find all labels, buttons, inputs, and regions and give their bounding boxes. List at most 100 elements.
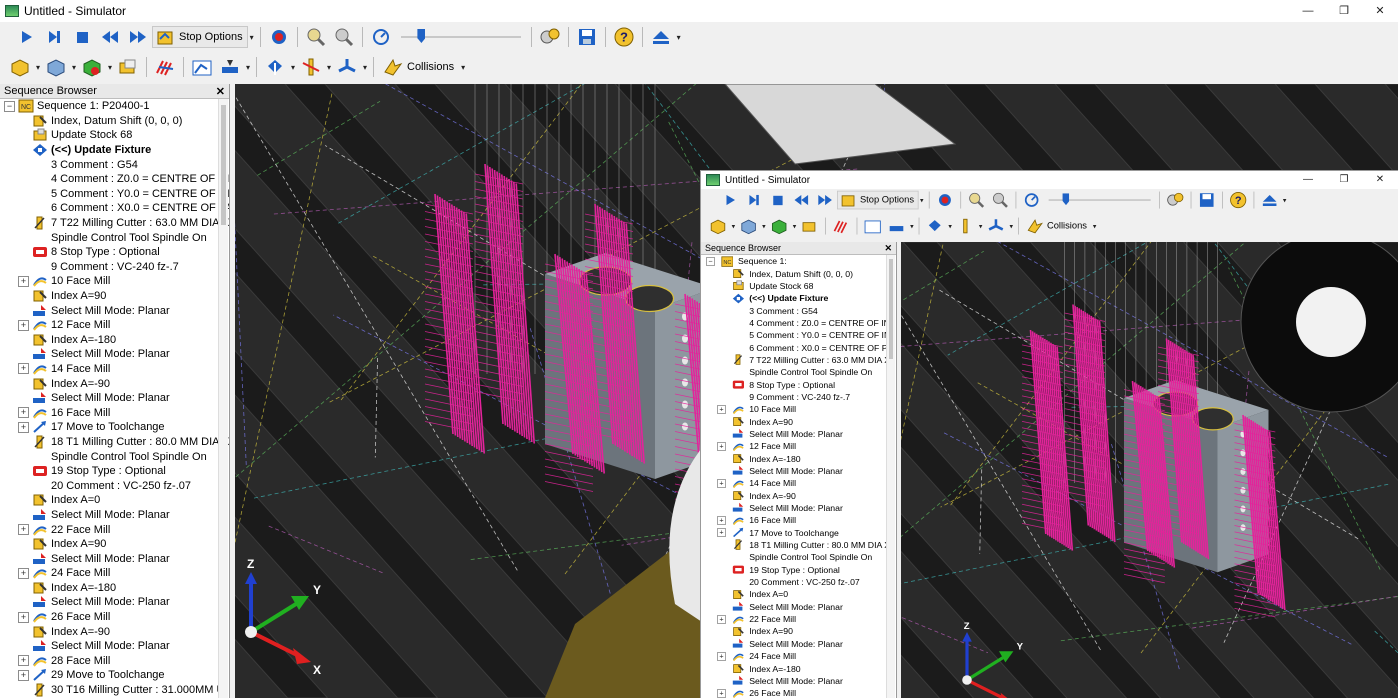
tree-item[interactable]: Select Mill Mode: Planar	[4, 551, 229, 566]
inset-tree-item[interactable]: Spindle Control Tool Spindle On	[705, 551, 896, 563]
inset-tree-item[interactable]: +22 Face Mill	[705, 613, 896, 625]
tool-view-icon[interactable]	[116, 56, 140, 78]
measure-dropdown-icon[interactable]: ▾	[244, 63, 252, 72]
inset-save-icon[interactable]	[1196, 191, 1216, 210]
expand-toggle[interactable]: +	[18, 363, 29, 375]
expand-toggle[interactable]: +	[717, 614, 727, 624]
stock-view-dropdown-icon[interactable]: ▾	[34, 63, 42, 72]
tree-root[interactable]: − NC Sequence 1: P20400-1	[4, 99, 229, 114]
tree-item[interactable]: Index A=-90	[4, 376, 229, 391]
measure-icon[interactable]	[218, 56, 242, 78]
inset-tree-item[interactable]: 4 Comment : Z0.0 = CENTRE OF IN	[705, 317, 896, 329]
expand-toggle[interactable]: +	[18, 669, 29, 681]
inset-tree-item[interactable]: Index A=-90	[705, 490, 896, 502]
inset-eject-dropdown-icon[interactable]: ▾	[1281, 196, 1288, 204]
expand-toggle[interactable]: +	[18, 524, 29, 536]
inset-step-icon[interactable]	[744, 191, 764, 210]
inset-rewind-icon[interactable]	[791, 191, 811, 210]
inset-tree-item[interactable]: 19 Stop Type : Optional	[705, 564, 896, 576]
inset-tree-item[interactable]: +10 Face Mill	[705, 403, 896, 415]
expand-toggle[interactable]: +	[717, 515, 727, 525]
tree-item[interactable]: Select Mill Mode: Planar	[4, 508, 229, 523]
tool-axis-icon[interactable]	[299, 56, 323, 78]
minimize-button[interactable]: —	[1290, 0, 1326, 22]
inset-toolpath-view-icon[interactable]	[831, 217, 851, 236]
zoom-in-icon[interactable]	[304, 26, 328, 48]
expand-toggle[interactable]: +	[717, 688, 727, 698]
tree-item[interactable]: (<<) Update Fixture	[4, 143, 229, 158]
inset-minimize-button[interactable]: —	[1290, 171, 1326, 189]
inset-stop-icon[interactable]	[767, 191, 787, 210]
tree-item[interactable]: 20 Comment : VC-250 fz-.07	[4, 478, 229, 493]
inset-part-view-dropdown-icon[interactable]: ▾	[761, 222, 768, 230]
tree-item[interactable]: +12 Face Mill	[4, 318, 229, 333]
play-icon[interactable]	[14, 26, 38, 48]
inset-sequence-scrollbar-thumb[interactable]	[889, 259, 893, 359]
inset-stop-options-dropdown-icon[interactable]: ▾	[918, 196, 925, 204]
rewind-icon[interactable]	[98, 26, 122, 48]
inset-axes-view-icon[interactable]	[986, 217, 1006, 236]
inset-play-icon[interactable]	[720, 191, 740, 210]
sequence-browser-close-icon[interactable]: ✕	[216, 85, 225, 98]
expand-toggle[interactable]: +	[717, 651, 727, 661]
inset-tree-item[interactable]: +24 Face Mill	[705, 650, 896, 662]
expand-toggle[interactable]: +	[717, 404, 727, 414]
tree-item[interactable]: Select Mill Mode: Planar	[4, 347, 229, 362]
tree-item[interactable]: Update Stock 68	[4, 128, 229, 143]
inset-stock-view-dropdown-icon[interactable]: ▾	[730, 222, 737, 230]
stop-icon[interactable]	[70, 26, 94, 48]
inset-tool-axis-icon[interactable]	[955, 217, 975, 236]
inset-tree-item[interactable]: Select Mill Mode: Planar	[705, 428, 896, 440]
close-button[interactable]: ✕	[1362, 0, 1398, 22]
fixture-view-icon[interactable]	[80, 56, 104, 78]
tree-item[interactable]: +26 Face Mill	[4, 610, 229, 625]
tree-item[interactable]: 7 T22 Milling Cutter : 63.0 MM DIA X	[4, 216, 229, 231]
collisions-button[interactable]: Collisions	[378, 56, 459, 78]
tree-item[interactable]: Index A=-180	[4, 333, 229, 348]
inset-speed-icon[interactable]	[1021, 191, 1041, 210]
inset-tree-item[interactable]: 6 Comment : X0.0 = CENTRE OF PA	[705, 341, 896, 353]
expand-toggle[interactable]: +	[717, 478, 727, 488]
step-icon[interactable]	[42, 26, 66, 48]
maximize-button[interactable]: ❐	[1326, 0, 1362, 22]
tree-item[interactable]: Index A=90	[4, 289, 229, 304]
inset-tree-item[interactable]: 8 Stop Type : Optional	[705, 378, 896, 390]
tree-item[interactable]: +28 Face Mill	[4, 654, 229, 669]
tree-item[interactable]: +29 Move to Toolchange	[4, 668, 229, 683]
sequence-scrollbar[interactable]	[218, 99, 228, 698]
tree-item[interactable]: 3 Comment : G54	[4, 157, 229, 172]
eject-dropdown-icon[interactable]: ▾	[675, 33, 683, 42]
tree-item[interactable]: +16 Face Mill	[4, 405, 229, 420]
inset-part-view-icon[interactable]	[738, 217, 758, 236]
inset-tree-item[interactable]: 5 Comment : Y0.0 = CENTRE OF IN	[705, 329, 896, 341]
inset-rotate-view-dropdown-icon[interactable]: ▾	[947, 222, 954, 230]
expand-toggle[interactable]: +	[18, 275, 29, 287]
expand-toggle[interactable]: +	[18, 407, 29, 419]
inset-tree-item[interactable]: +26 Face Mill	[705, 687, 896, 698]
inset-fast-forward-icon[interactable]	[815, 191, 835, 210]
inset-fixture-view-dropdown-icon[interactable]: ▾	[791, 222, 798, 230]
tree-item[interactable]: +22 Face Mill	[4, 522, 229, 537]
collapse-toggle[interactable]: −	[706, 256, 715, 266]
tree-item[interactable]: Spindle Control Tool Spindle On	[4, 230, 229, 245]
inset-stop-options-button[interactable]: Stop Options	[837, 190, 919, 210]
inset-simulation-viewport[interactable]: ZYX	[901, 242, 1398, 698]
axes-view-icon[interactable]	[335, 56, 359, 78]
inset-machine-view-icon[interactable]	[863, 217, 883, 236]
toolpath-view-icon[interactable]	[153, 56, 177, 78]
inset-tree-item[interactable]: Select Mill Mode: Planar	[705, 638, 896, 650]
inset-zoom-in-icon[interactable]	[966, 191, 986, 210]
fast-forward-icon[interactable]	[126, 26, 150, 48]
stock-view-icon[interactable]	[8, 56, 32, 78]
sequence-scrollbar-thumb[interactable]	[221, 105, 226, 225]
tree-item[interactable]: 19 Stop Type : Optional	[4, 464, 229, 479]
tree-item[interactable]: Index A=90	[4, 537, 229, 552]
inset-tool-view-icon[interactable]	[800, 217, 820, 236]
inset-tree-item[interactable]: 20 Comment : VC-250 fz-.07	[705, 576, 896, 588]
inset-stock-view-icon[interactable]	[708, 217, 728, 236]
tree-item[interactable]: Select Mill Mode: Planar	[4, 303, 229, 318]
expand-toggle[interactable]: +	[18, 655, 29, 667]
inset-tree-item[interactable]: 9 Comment : VC-240 fz-.7	[705, 391, 896, 403]
expand-toggle[interactable]: +	[18, 567, 29, 579]
expand-toggle[interactable]: +	[18, 421, 29, 433]
